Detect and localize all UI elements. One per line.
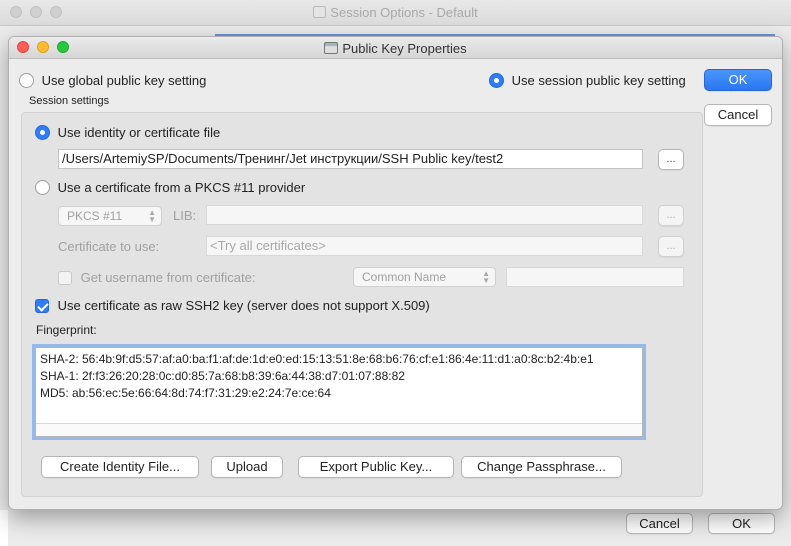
fingerprint-sha2: SHA-2: 56:4b:9f:d5:57:af:a0:ba:f1:af:de:… <box>40 352 594 366</box>
use-identity-radio[interactable] <box>35 125 50 140</box>
use-global-label: Use global public key setting <box>41 73 207 88</box>
get-username-checkbox-row[interactable]: Get username from certificate: <box>58 270 255 285</box>
use-session-radio-row[interactable]: Use session public key setting <box>489 73 686 88</box>
identity-browse-button[interactable]: ... <box>658 149 684 170</box>
window-icon <box>324 42 339 54</box>
fingerprint-scroll-area[interactable] <box>36 423 642 436</box>
bg-ok-button[interactable]: OK <box>708 513 775 534</box>
fingerprint-textarea[interactable]: SHA-2: 56:4b:9f:d5:57:af:a0:ba:f1:af:de:… <box>35 347 643 437</box>
common-name-select[interactable]: Common Name ▲ ▼ <box>353 267 496 287</box>
change-passphrase-button[interactable]: Change Passphrase... <box>461 456 622 478</box>
lib-label: LIB: <box>173 208 197 223</box>
raw-ssh2-checkbox-row[interactable]: Use certificate as raw SSH2 key (server … <box>35 298 430 313</box>
raw-ssh2-label: Use certificate as raw SSH2 key (server … <box>57 298 430 313</box>
fingerprint-md5: MD5: ab:56:ec:5e:66:64:8d:74:f7:31:29:e2… <box>40 386 331 400</box>
cancel-button[interactable]: Cancel <box>704 104 772 126</box>
session-options-title: Session Options - Default <box>0 5 791 20</box>
cert-to-use-label: Certificate to use: <box>58 239 160 254</box>
upload-button[interactable]: Upload <box>211 456 283 478</box>
get-username-checkbox[interactable] <box>58 271 72 285</box>
raw-ssh2-checkbox[interactable] <box>35 299 49 313</box>
use-session-radio[interactable] <box>489 73 504 88</box>
select-arrows-icon: ▲ ▼ <box>148 208 156 224</box>
session-settings-panel: Use identity or certificate file /Users/… <box>21 112 703 497</box>
export-public-key-button[interactable]: Export Public Key... <box>298 456 454 478</box>
dialog-titlebar: Public Key Properties <box>9 37 782 59</box>
pkcs-provider-select[interactable]: PKCS #11 ▲ ▼ <box>58 206 162 226</box>
use-identity-label: Use identity or certificate file <box>57 125 221 140</box>
lib-browse-button[interactable]: ... <box>658 205 684 226</box>
lib-input[interactable] <box>206 205 643 225</box>
common-name-input[interactable] <box>506 267 684 287</box>
dialog-title: Public Key Properties <box>9 41 782 56</box>
use-session-label: Use session public key setting <box>511 73 686 88</box>
use-pkcs-radio-row[interactable]: Use a certificate from a PKCS #11 provid… <box>35 180 305 195</box>
use-global-radio-row[interactable]: Use global public key setting <box>19 73 206 88</box>
window-icon <box>313 6 327 18</box>
use-global-radio[interactable] <box>19 73 34 88</box>
use-pkcs-label: Use a certificate from a PKCS #11 provid… <box>57 180 306 195</box>
use-identity-radio-row[interactable]: Use identity or certificate file <box>35 125 220 140</box>
use-pkcs-radio[interactable] <box>35 180 50 195</box>
cert-browse-button[interactable]: ... <box>658 236 684 257</box>
ok-button[interactable]: OK <box>704 69 772 91</box>
bg-content-strip <box>0 510 8 546</box>
create-identity-file-button[interactable]: Create Identity File... <box>41 456 199 478</box>
cert-to-use-input[interactable]: <Try all certificates> <box>206 236 643 256</box>
session-settings-label: Session settings <box>29 95 110 107</box>
identity-file-path-input[interactable]: /Users/ArtemiySP/Documents/Тренинг/Jet и… <box>58 149 643 169</box>
fingerprint-sha1: SHA-1: 2f:f3:26:20:28:0c:d0:85:7a:68:b8:… <box>40 369 405 383</box>
session-options-titlebar: Session Options - Default <box>0 0 791 26</box>
select-arrows-icon: ▲ ▼ <box>482 269 490 285</box>
bg-cancel-button[interactable]: Cancel <box>626 513 693 534</box>
get-username-label: Get username from certificate: <box>80 270 256 285</box>
fingerprint-label: Fingerprint: <box>36 323 97 337</box>
public-key-properties-dialog: Public Key Properties Use global public … <box>8 36 783 510</box>
